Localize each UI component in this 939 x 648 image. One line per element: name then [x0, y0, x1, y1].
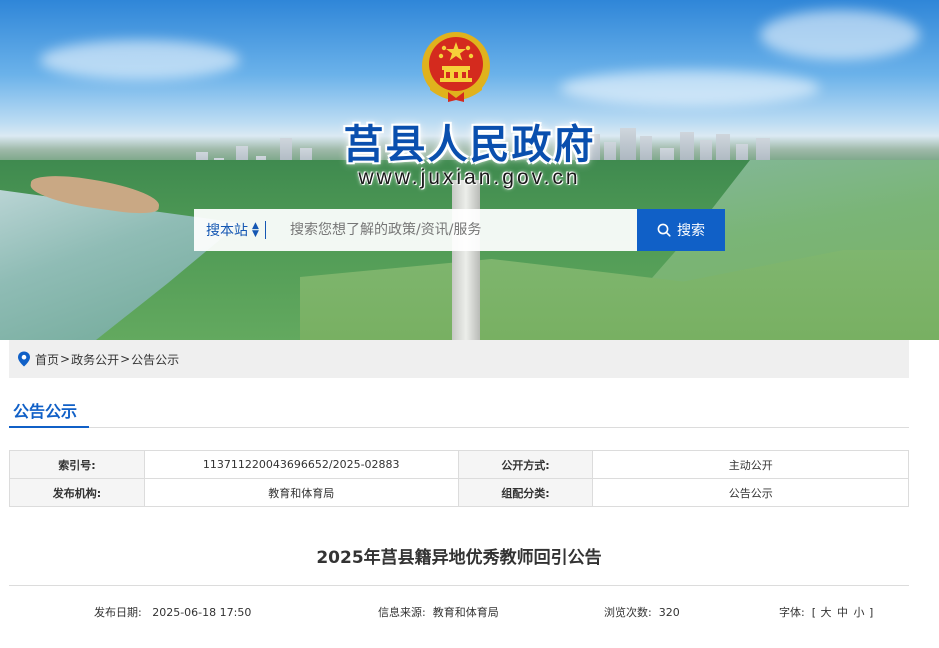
font-size-selector: 字体: [ 大 中 小 ] [779, 604, 873, 620]
font-bracket-open: [ [811, 606, 817, 619]
search-icon [657, 223, 671, 237]
font-size-medium-link[interactable]: 中 [837, 606, 848, 619]
breadcrumb-gov-open[interactable]: 政务公开 [71, 351, 119, 368]
font-size-small-link[interactable]: 小 [854, 606, 865, 619]
metadata-table: 索引号: 113711220043696652/2025-02883 公开方式:… [9, 450, 909, 507]
section-title: 公告公示 [13, 402, 78, 421]
article-meta: 发布日期: 2025-06-18 17:50 信息来源: 教育和体育局 浏览次数… [9, 604, 909, 620]
search-scope-dropdown[interactable]: 搜本站 ▲ ▼ [194, 209, 274, 251]
search-button[interactable]: 搜索 [637, 209, 725, 251]
search-button-label: 搜索 [677, 222, 705, 238]
updown-arrow-icon: ▲ ▼ [252, 221, 259, 239]
category-label: 组配分类: [457, 478, 594, 507]
breadcrumb-home[interactable]: 首页 [35, 351, 59, 368]
breadcrumb-separator: > [60, 352, 71, 366]
font-size-label: 字体: [779, 606, 805, 619]
publish-date-value: 2025-06-18 17:50 [152, 606, 252, 619]
category-value: 公告公示 [592, 478, 909, 507]
disclosure-method-label: 公开方式: [457, 450, 594, 479]
table-row: 发布机构: 教育和体育局 组配分类: 公告公示 [9, 478, 909, 507]
info-source: 信息来源: 教育和体育局 [378, 604, 499, 620]
section-title-underline [9, 426, 89, 428]
disclosure-method-value: 主动公开 [592, 450, 909, 479]
breadcrumb-separator: > [120, 352, 131, 366]
section-header: 公告公示 [9, 390, 909, 428]
cloud [760, 10, 920, 60]
publisher-label: 发布机构: [9, 478, 145, 507]
national-emblem-icon [422, 32, 490, 102]
publish-date-label: 发布日期: [94, 606, 142, 619]
bridge [452, 180, 480, 340]
search-input[interactable] [274, 209, 637, 251]
search-scope-label: 搜本站 [206, 223, 248, 239]
publish-date: 发布日期: 2025-06-18 17:50 [94, 604, 251, 620]
info-source-label: 信息来源: [378, 606, 426, 619]
table-row: 索引号: 113711220043696652/2025-02883 公开方式:… [9, 450, 909, 479]
breadcrumb-announcements[interactable]: 公告公示 [131, 351, 179, 368]
view-count-label: 浏览次数: [604, 606, 652, 619]
site-title: 莒县人民政府 [343, 121, 596, 168]
view-count: 浏览次数: 320 [604, 604, 680, 620]
site-url: www.juxian.gov.cn [358, 166, 581, 189]
index-number-label: 索引号: [9, 450, 145, 479]
breadcrumb: 首页 > 政务公开 > 公告公示 [9, 340, 909, 378]
info-source-value: 教育和体育局 [432, 606, 499, 619]
cloud [560, 70, 820, 106]
article-divider [9, 585, 909, 586]
article-title: 2025年莒县籍异地优秀教师回引公告 [316, 548, 602, 568]
search-bar: 搜本站 ▲ ▼ 搜索 [194, 209, 725, 251]
scope-divider [264, 221, 266, 239]
location-pin-icon [18, 351, 30, 367]
publisher-value: 教育和体育局 [143, 478, 459, 507]
cloud [40, 40, 240, 80]
header-banner: 莒县人民政府 www.juxian.gov.cn 搜本站 ▲ ▼ 搜索 [0, 0, 939, 340]
index-number-value: 113711220043696652/2025-02883 [143, 450, 459, 479]
font-bracket-close: ] [869, 606, 874, 619]
font-size-large-link[interactable]: 大 [821, 606, 832, 619]
view-count-value: 320 [658, 606, 680, 619]
